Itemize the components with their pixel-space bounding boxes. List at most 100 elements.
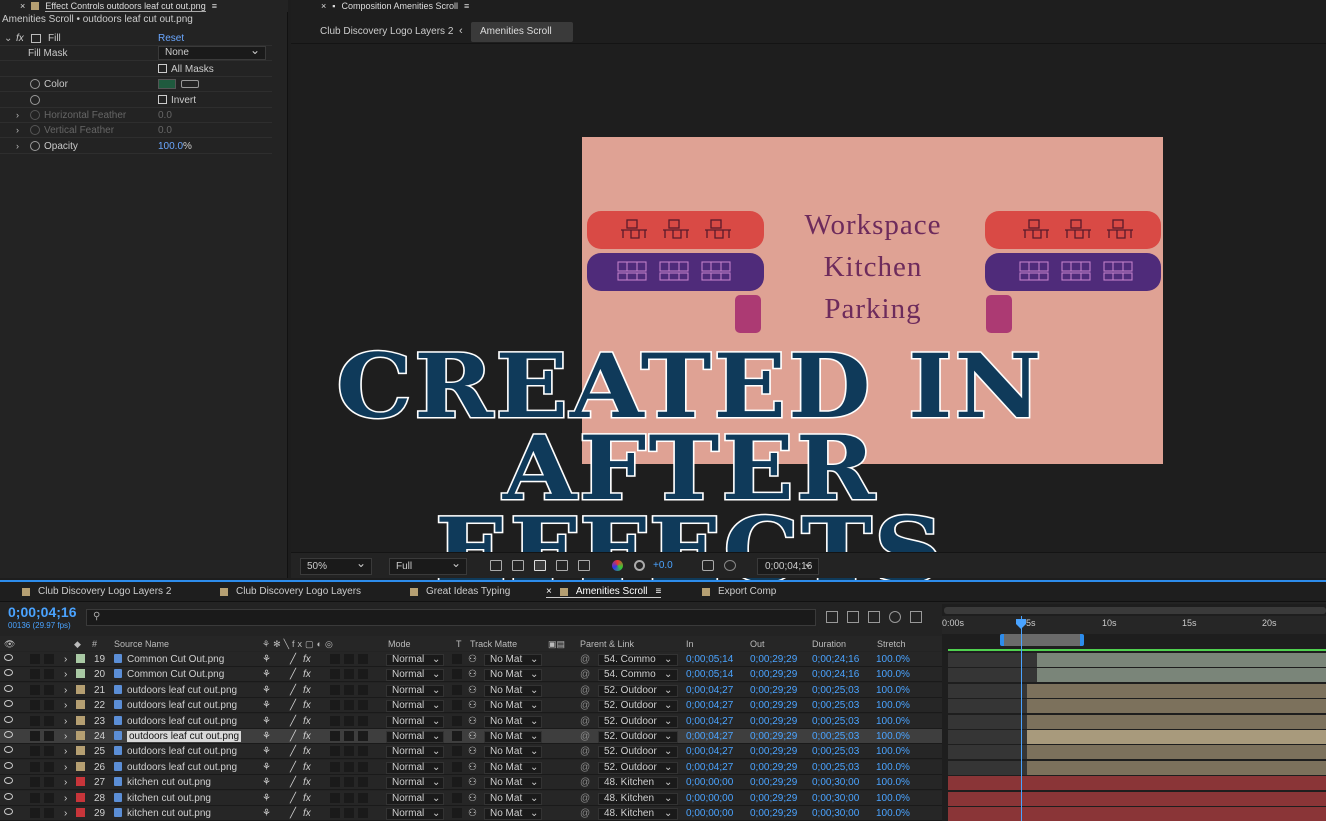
table-row[interactable]: › 23 outdoors leaf cut out.png ⚘ ╱ fx Normal ⌄ ⚇…: [0, 713, 942, 729]
matte-link-icon[interactable]: ⚇: [468, 777, 477, 788]
fx-icon[interactable]: fx: [303, 700, 311, 711]
duration-value[interactable]: 0;00;30;00: [812, 777, 859, 788]
preserve-transparency-switch[interactable]: [452, 777, 462, 788]
3d-layer-switch[interactable]: [358, 654, 368, 664]
shy-icon[interactable]: ⚘: [262, 654, 271, 665]
time-ruler[interactable]: 0:00s 5s 10s 15s 20s: [942, 616, 1326, 634]
quality-icon[interactable]: ╱: [290, 700, 296, 711]
matte-link-icon[interactable]: ⚇: [468, 716, 477, 727]
layer-name[interactable]: outdoors leaf cut out.png: [127, 700, 237, 711]
layer-name[interactable]: Common Cut Out.png: [127, 669, 224, 680]
source-name-header[interactable]: Source Name: [114, 639, 169, 649]
out-point[interactable]: 0;00;29;29: [750, 793, 797, 804]
label-color-swatch[interactable]: [76, 700, 85, 710]
opacity-number[interactable]: 100.0: [158, 141, 183, 152]
breadcrumb-item-logo-layers-2[interactable]: Club Discovery Logo Layers 2: [311, 22, 462, 42]
layer-duration-bar[interactable]: [1027, 714, 1326, 729]
stretch-value[interactable]: 100.0%: [876, 731, 910, 742]
chevron-right-icon[interactable]: ›: [64, 685, 67, 696]
solo-switch[interactable]: [30, 669, 40, 680]
layer-duration-bar[interactable]: [1037, 668, 1326, 683]
stretch-value[interactable]: 100.0%: [876, 808, 910, 819]
chevron-right-icon[interactable]: ›: [16, 110, 19, 120]
close-icon[interactable]: ×: [20, 1, 25, 11]
3d-layer-switch[interactable]: [358, 684, 368, 695]
eye-icon[interactable]: [4, 777, 13, 785]
tab-logo-layers[interactable]: Club Discovery Logo Layers: [220, 586, 361, 597]
pickwhip-icon[interactable]: @: [580, 685, 590, 696]
effect-controls-tab[interactable]: × Effect Controls outdoors leaf cut out.p…: [0, 0, 288, 12]
lock-switch[interactable]: [44, 700, 54, 711]
3d-layer-switch[interactable]: [358, 731, 368, 741]
eye-icon[interactable]: [4, 684, 13, 692]
quality-icon[interactable]: ╱: [290, 762, 296, 773]
3d-layer-switch[interactable]: [358, 715, 368, 726]
in-point[interactable]: 0;00;04;27: [686, 685, 733, 696]
layer-name[interactable]: kitchen cut out.png: [127, 793, 211, 804]
label-color-swatch[interactable]: [76, 792, 85, 802]
eye-icon[interactable]: [4, 700, 13, 708]
chevron-right-icon[interactable]: ›: [64, 762, 67, 773]
checkbox-icon[interactable]: [158, 63, 167, 73]
table-row[interactable]: › 24 outdoors leaf cut out.png ⚘ ╱ fx Normal ⌄ ⚇…: [0, 729, 942, 744]
label-color-swatch[interactable]: [76, 761, 85, 771]
motion-blur-switch[interactable]: [330, 792, 340, 803]
layer-name[interactable]: outdoors leaf cut out.png: [127, 685, 237, 696]
eyedropper-icon[interactable]: [181, 80, 199, 88]
lock-switch[interactable]: [44, 715, 54, 726]
table-row[interactable]: › 25 outdoors leaf cut out.png ⚘ ╱ fx Normal ⌄ ⚇…: [0, 744, 942, 760]
label-color-swatch[interactable]: [76, 808, 85, 817]
out-point[interactable]: 0;00;29;29: [750, 731, 797, 742]
solo-switch[interactable]: [30, 684, 40, 695]
in-point[interactable]: 0;00;00;00: [686, 793, 733, 804]
camera-snapshot-icon[interactable]: [702, 560, 714, 571]
lock-switch[interactable]: [44, 731, 54, 741]
opacity-value[interactable]: 100.0%: [158, 141, 192, 152]
out-point[interactable]: 0;00;29;29: [750, 654, 797, 665]
solo-switch[interactable]: [30, 792, 40, 803]
invert-checkbox[interactable]: Invert: [158, 94, 196, 106]
shy-icon[interactable]: ⚘: [262, 777, 271, 788]
out-point[interactable]: 0;00;29;29: [750, 685, 797, 696]
adjustment-switch[interactable]: [344, 700, 354, 711]
label-color-swatch[interactable]: [76, 669, 85, 679]
fx-icon[interactable]: fx: [303, 793, 311, 804]
3d-layer-switch[interactable]: [358, 746, 368, 757]
tab-logo-layers-2[interactable]: Club Discovery Logo Layers 2: [22, 586, 171, 597]
solo-switch[interactable]: [30, 808, 40, 818]
chevron-right-icon[interactable]: ›: [64, 716, 67, 727]
zoom-dropdown[interactable]: 50%: [300, 556, 372, 575]
out-point[interactable]: 0;00;29;29: [750, 716, 797, 727]
duration-value[interactable]: 0;00;30;00: [812, 808, 859, 819]
pickwhip-icon[interactable]: @: [580, 654, 590, 665]
layer-name[interactable]: outdoors leaf cut out.png: [127, 716, 237, 727]
3d-layer-switch[interactable]: [358, 669, 368, 680]
transparency-grid-icon[interactable]: [512, 560, 524, 571]
lock-switch[interactable]: [44, 777, 54, 788]
adjustment-switch[interactable]: [344, 669, 354, 680]
quality-icon[interactable]: ╱: [290, 669, 296, 680]
pickwhip-icon[interactable]: @: [580, 716, 590, 727]
stretch-value[interactable]: 100.0%: [876, 669, 910, 680]
layer-name[interactable]: outdoors leaf cut out.png: [127, 762, 237, 773]
layer-duration-bar[interactable]: [1027, 730, 1326, 744]
in-point[interactable]: 0;00;04;27: [686, 716, 733, 727]
duration-value[interactable]: 0;00;25;03: [812, 762, 859, 773]
fx-icon[interactable]: fx: [303, 762, 311, 773]
layer-name[interactable]: outdoors leaf cut out.png: [127, 746, 237, 757]
adjustment-switch[interactable]: [344, 792, 354, 803]
panel-menu-icon[interactable]: ≡: [656, 586, 662, 597]
pickwhip-icon[interactable]: @: [580, 808, 590, 819]
shy-icon[interactable]: ⚘: [262, 731, 271, 742]
lock-icon[interactable]: ▪: [332, 1, 335, 11]
preserve-transparency-switch[interactable]: [452, 700, 462, 711]
fx-icon[interactable]: fx: [303, 731, 311, 742]
solo-switch[interactable]: [30, 777, 40, 788]
motion-blur-switch[interactable]: [330, 777, 340, 788]
adjustment-switch[interactable]: [344, 684, 354, 695]
motion-blur-switch[interactable]: [330, 731, 340, 741]
table-row[interactable]: › 27 kitchen cut out.png ⚘ ╱ fx Normal ⌄ ⚇ No Mat…: [0, 775, 942, 791]
label-color-swatch[interactable]: [76, 746, 85, 756]
quality-icon[interactable]: ╱: [290, 685, 296, 696]
layer-duration-bar[interactable]: [1027, 760, 1326, 775]
